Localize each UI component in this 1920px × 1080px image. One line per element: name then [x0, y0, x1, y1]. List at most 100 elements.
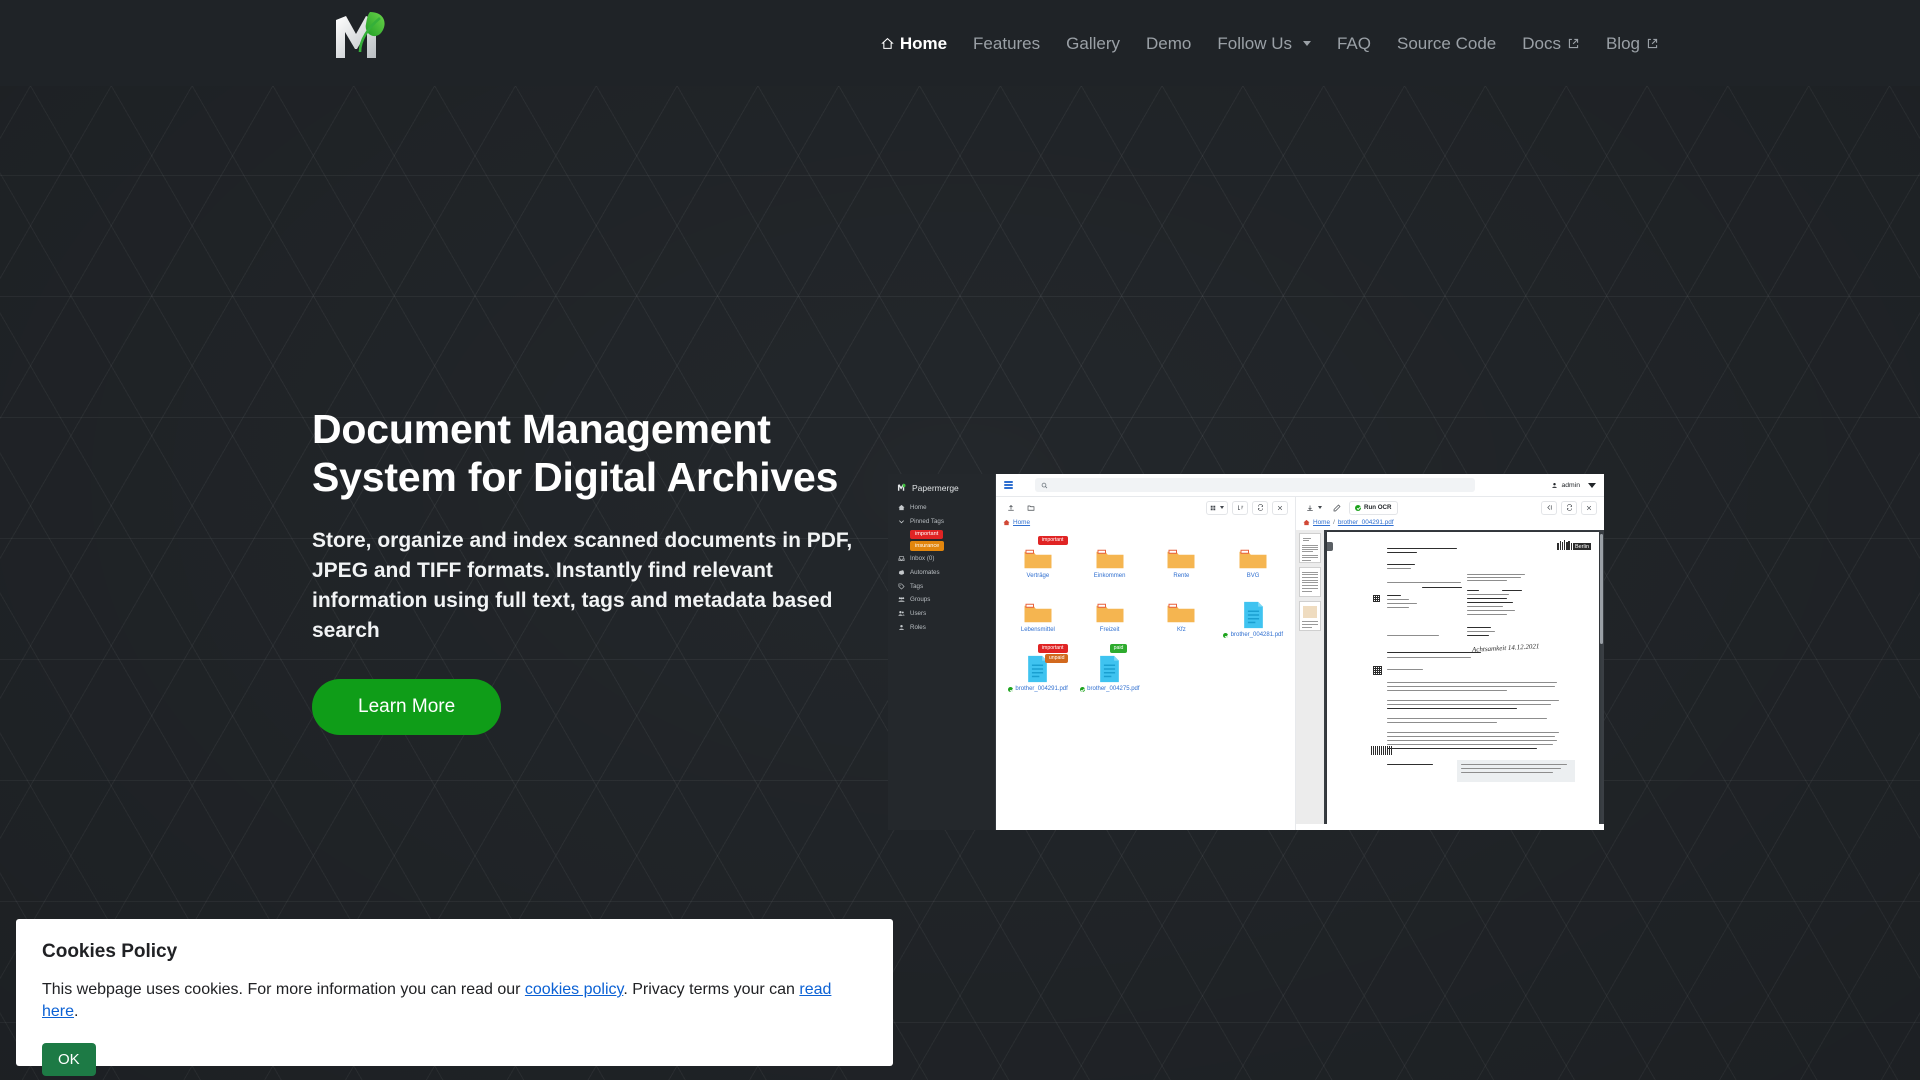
sidebar-item-inbox[interactable]: Inbox (0) [888, 552, 995, 566]
grid-item-folder[interactable]: Rente [1146, 536, 1218, 588]
nav-item-docs[interactable]: Docs [1509, 25, 1593, 62]
panel-toggle-button[interactable] [1541, 500, 1557, 515]
breadcrumb-separator: / [1333, 519, 1335, 526]
refresh-button[interactable] [1252, 500, 1268, 515]
run-ocr-button[interactable]: Run OCR [1349, 500, 1398, 515]
user-menu[interactable]: admin [1551, 482, 1596, 489]
sidebar-label-inbox: Inbox (0) [910, 555, 935, 563]
download-icon[interactable] [1303, 500, 1325, 515]
tag-important[interactable]: important [1037, 536, 1068, 545]
cookies-policy-link[interactable]: cookies policy [525, 981, 623, 998]
viewer-scrollbar[interactable] [1600, 534, 1603, 644]
sidebar-label-pinned-tags: Pinned Tags [910, 518, 944, 526]
nav-item-follow-us[interactable]: Follow Us [1204, 25, 1324, 62]
nav-label-docs: Docs [1522, 33, 1561, 53]
app-sidebar-brand[interactable]: Papermerge [888, 480, 995, 501]
breadcrumb-item-home[interactable]: Home [1013, 519, 1030, 526]
edit-icon[interactable] [1329, 500, 1345, 515]
item-name: brother_004281.pdf [1230, 632, 1284, 638]
papermerge-logo[interactable] [330, 6, 400, 68]
sidebar-item-users[interactable]: Users [888, 607, 995, 621]
cookies-ok-button[interactable]: OK [42, 1042, 96, 1076]
tag-important[interactable]: important [1037, 644, 1068, 653]
external-link-icon [1647, 38, 1658, 48]
grid-item-folder[interactable]: Freizeit [1074, 590, 1146, 642]
sidebar-label-users: Users [910, 610, 927, 618]
nav-label-demo: Demo [1146, 33, 1192, 53]
grid-item-folder[interactable]: Lebensmittel [1002, 590, 1074, 642]
sidebar-label-home: Home [910, 504, 927, 512]
sidebar-item-automates[interactable]: Automates [888, 565, 995, 579]
grid-item-folder[interactable]: Einkommen [1074, 536, 1146, 588]
hero-subtitle: Store, organize and index scanned docume… [312, 529, 853, 642]
app-sidebar-brand-label: Papermerge [912, 482, 959, 493]
document-page[interactable]: Berlin Achtsamkeit 14.12.2021 [1327, 532, 1599, 824]
nav-label-gallery: Gallery [1066, 33, 1120, 53]
pinned-tag-insurance[interactable]: insurance [910, 541, 945, 551]
app-search-box[interactable] [1035, 478, 1475, 492]
sidebar-label-automates: Automates [910, 568, 940, 576]
item-label: brother_004281.pdf [1223, 632, 1283, 638]
item-name: brother_004275.pdf [1087, 686, 1140, 692]
folder-icon [1024, 603, 1052, 623]
close-button[interactable] [1272, 500, 1288, 515]
grid-item-document[interactable]: paid brother_004275.pdf [1074, 644, 1146, 696]
nav-item-gallery[interactable]: Gallery [1053, 25, 1133, 62]
chevron-down-icon [899, 520, 904, 524]
product-screenshot: Papermerge Home Pinned Tags important in… [888, 474, 1604, 830]
item-label: brother_004291.pdf [1007, 686, 1068, 692]
grid-item-folder[interactable]: BVG [1217, 536, 1289, 588]
sidebar-item-roles[interactable]: Roles [888, 621, 995, 635]
folder-icon [1024, 549, 1052, 569]
folder-icon [1167, 549, 1195, 569]
grid-item-folder[interactable]: important Verträge [1002, 536, 1074, 588]
home-icon [1003, 519, 1010, 526]
inbox-icon [898, 556, 905, 562]
chevron-down-icon [1302, 40, 1311, 46]
folder-icon [1167, 603, 1195, 623]
app-search-input[interactable] [1051, 481, 1469, 489]
view-mode-button[interactable] [1206, 500, 1228, 515]
pane-resize-handle[interactable] [1327, 542, 1333, 551]
nav-item-source-code[interactable]: Source Code [1384, 25, 1509, 62]
grid-item-document[interactable]: brother_004281.pdf [1217, 590, 1289, 642]
nav-item-faq[interactable]: FAQ [1324, 25, 1384, 62]
breadcrumb-item-home[interactable]: Home [1313, 519, 1330, 526]
nav-item-demo[interactable]: Demo [1133, 25, 1204, 62]
home-icon [1303, 519, 1310, 526]
grid-item-document[interactable]: important unpaid brother_004291.pdf [1002, 644, 1074, 696]
close-button[interactable] [1581, 500, 1597, 515]
sidebar-item-home[interactable]: Home [888, 501, 995, 515]
grid-item-folder[interactable]: Kfz [1146, 590, 1218, 642]
sidebar-label-tags: Tags [910, 582, 924, 590]
hamburger-menu-icon[interactable] [1004, 481, 1013, 489]
breadcrumb-item-document[interactable]: brother_004291.pdf [1338, 519, 1394, 526]
sidebar-item-pinned-tags[interactable]: Pinned Tags [888, 515, 995, 529]
item-label: brother_004275.pdf [1079, 686, 1140, 692]
item-name: brother_004291.pdf [1015, 686, 1068, 692]
barcode [1371, 746, 1393, 755]
nav-item-features[interactable]: Features [960, 25, 1053, 62]
sidebar-item-groups[interactable]: Groups [888, 593, 995, 607]
nav-item-blog[interactable]: Blog [1593, 25, 1672, 62]
refresh-button[interactable] [1561, 500, 1577, 515]
pinned-tag-important[interactable]: important [910, 529, 944, 539]
nav-item-home[interactable]: Home [868, 25, 960, 62]
sort-button[interactable] [1232, 500, 1248, 515]
viewer-breadcrumb: Home / brother_004291.pdf [1296, 518, 1604, 530]
new-folder-icon[interactable] [1023, 500, 1039, 515]
upload-icon[interactable] [1003, 500, 1019, 515]
learn-more-button[interactable]: Learn More [312, 679, 502, 736]
sidebar-label-roles: Roles [910, 623, 926, 631]
page-thumbnail[interactable] [1299, 601, 1321, 631]
tag-unpaid[interactable]: unpaid [1044, 653, 1069, 663]
page-thumbnail[interactable] [1299, 567, 1321, 597]
brandenburg-gate-icon [1557, 540, 1572, 550]
groups-icon [898, 597, 905, 603]
page-thumbnail[interactable] [1299, 533, 1321, 563]
commander-toolbar [996, 497, 1295, 518]
sidebar-item-tags[interactable]: Tags [888, 579, 995, 593]
tag-paid[interactable]: paid [1109, 644, 1128, 653]
page-thumbnail-strip[interactable] [1296, 530, 1324, 824]
nav-label-source-code: Source Code [1397, 33, 1497, 53]
